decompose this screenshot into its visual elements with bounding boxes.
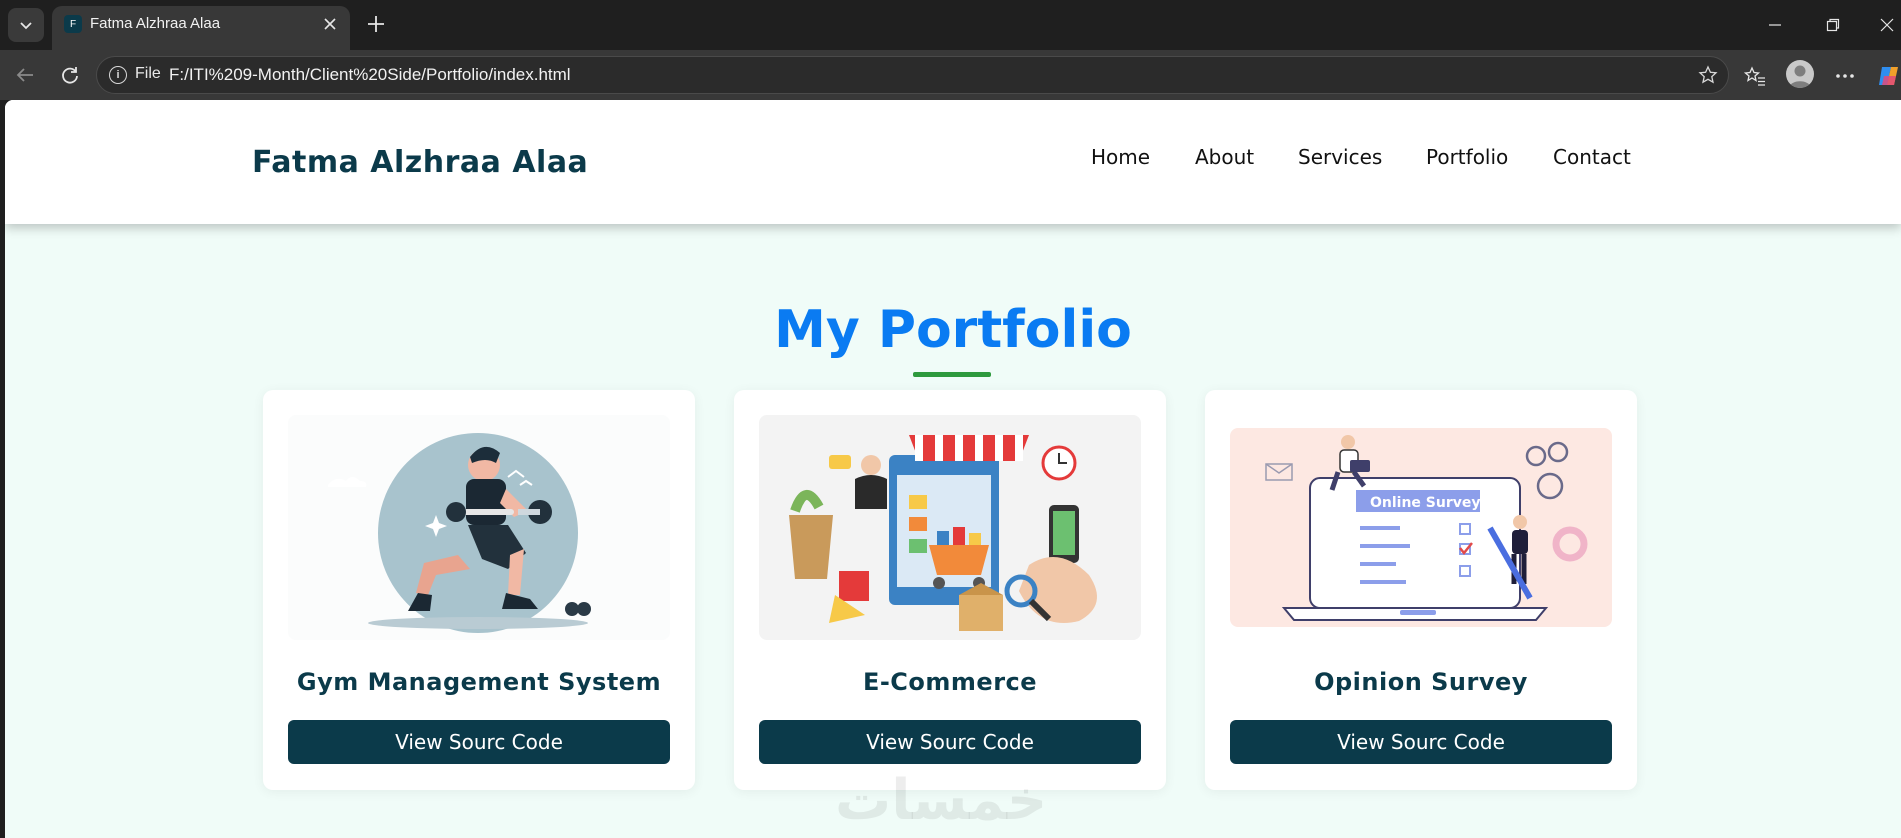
minimize-button[interactable] <box>1760 10 1790 40</box>
nav-link-services[interactable]: Services <box>1298 145 1382 169</box>
nav-link-about[interactable]: About <box>1195 145 1254 169</box>
arrow-left-icon <box>16 68 33 82</box>
site-header: Fatma Alzhraa Alaa Home About Services P… <box>5 100 1901 224</box>
tab-list-button[interactable] <box>8 8 44 42</box>
favorites-button[interactable] <box>1740 61 1770 91</box>
address-toolbar: i File F:/ITI%209-Month/Client%20Side/Po… <box>0 50 1901 100</box>
info-icon[interactable]: i <box>109 66 127 84</box>
back-button[interactable] <box>11 61 39 89</box>
reload-icon <box>62 67 78 84</box>
nav-link-portfolio[interactable]: Portfolio <box>1426 145 1508 169</box>
window-close-button[interactable] <box>1872 10 1901 40</box>
watermark: خمسات <box>835 768 1048 833</box>
more-dots-icon <box>1836 74 1854 78</box>
close-icon <box>324 18 336 30</box>
project-card: E-Commerce View Sourc Code <box>734 390 1166 790</box>
view-source-button[interactable]: View Sourc Code <box>1230 720 1612 764</box>
copilot-button[interactable] <box>1874 61 1901 91</box>
gym-illustration <box>288 415 670 640</box>
survey-image-label: Online Survey <box>1370 495 1481 511</box>
copilot-icon <box>1879 67 1898 85</box>
project-title: Opinion Survey <box>1314 668 1528 696</box>
url-text[interactable]: F:/ITI%209-Month/Client%20Side/Portfolio… <box>169 65 571 85</box>
profile-avatar[interactable] <box>1786 60 1814 88</box>
survey-illustration: Online Survey <box>1230 428 1612 627</box>
project-title: Gym Management System <box>296 668 662 696</box>
view-source-button[interactable]: View Sourc Code <box>288 720 670 764</box>
tab-title: Fatma Alzhraa Alaa <box>90 15 221 32</box>
favicon-icon: F <box>64 15 82 33</box>
page-viewport: Fatma Alzhraa Alaa Home About Services P… <box>5 100 1901 838</box>
ecommerce-illustration <box>759 415 1141 640</box>
restore-icon <box>1826 18 1840 32</box>
restore-button[interactable] <box>1818 10 1848 40</box>
address-bar[interactable]: i File F:/ITI%209-Month/Client%20Side/Po… <box>96 56 1729 94</box>
user-icon <box>1789 65 1811 88</box>
view-source-button[interactable]: View Sourc Code <box>759 720 1141 764</box>
browser-tab[interactable]: F Fatma Alzhraa Alaa <box>52 6 350 50</box>
portfolio-title: My Portfolio <box>774 300 1132 360</box>
star-icon <box>1698 65 1718 84</box>
nav-link-contact[interactable]: Contact <box>1553 145 1631 169</box>
file-label: File <box>135 65 161 82</box>
reload-button[interactable] <box>56 61 84 89</box>
favorites-list-icon <box>1744 66 1765 86</box>
new-tab-button[interactable] <box>362 10 390 38</box>
project-title: E-Commerce <box>862 668 1038 696</box>
favorite-star-button[interactable] <box>1696 63 1720 87</box>
nav-link-home[interactable]: Home <box>1091 145 1150 169</box>
plus-icon <box>368 16 384 32</box>
close-icon <box>1880 18 1894 32</box>
chevron-down-icon <box>20 22 32 30</box>
title-underline <box>913 372 991 377</box>
project-card: Online Survey Opinion Survey View Sourc … <box>1205 390 1637 790</box>
more-menu-button[interactable] <box>1830 61 1860 91</box>
tab-close-button[interactable] <box>320 14 340 34</box>
minimize-icon <box>1769 24 1781 26</box>
project-card: Gym Management System View Sourc Code <box>263 390 695 790</box>
browser-tab-bar: F Fatma Alzhraa Alaa <box>0 0 1901 50</box>
site-brand[interactable]: Fatma Alzhraa Alaa <box>252 145 588 180</box>
